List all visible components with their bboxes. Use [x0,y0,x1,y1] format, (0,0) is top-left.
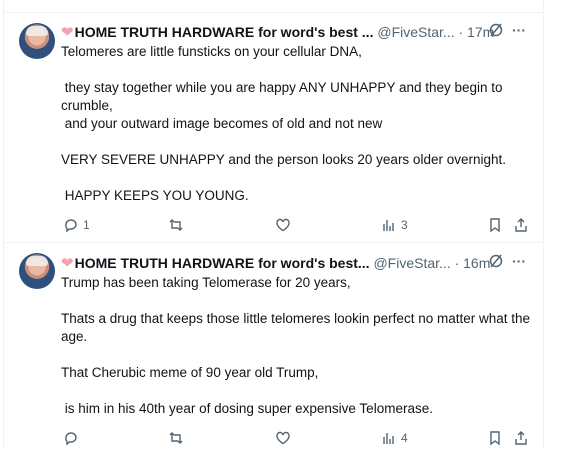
views-button[interactable]: 4 [381,428,408,448]
heart-emoji: ❤ [61,24,74,41]
post-text: Telomeres are little funsticks on your c… [61,44,506,203]
post[interactable]: ❤HOME TRUTH HARDWARE for word's best ...… [4,13,543,243]
share-icon [515,431,527,445]
timeline-column: ❤HOME TRUTH HARDWARE for word's best ...… [3,0,544,450]
like-button[interactable] [275,428,291,448]
divider [4,0,543,13]
post-header: ❤HOME TRUTH HARDWARE for word's best... … [61,253,539,273]
like-icon [276,218,290,232]
views-button[interactable]: 3 [381,215,408,235]
share-button[interactable] [513,215,529,235]
post-time[interactable]: · 16m [455,255,491,271]
bookmark-icon [490,431,500,446]
author-name[interactable]: HOME TRUTH HARDWARE for word's best... [75,255,370,271]
bookmark-button[interactable] [487,215,503,235]
avatar[interactable] [19,253,55,289]
reply-icon [65,219,77,233]
more-icon[interactable]: ··· [512,251,526,271]
grok-icon[interactable] [488,22,504,43]
post-header: ❤HOME TRUTH HARDWARE for word's best ...… [61,22,539,42]
author-handle[interactable]: @FiveStar... [377,24,454,40]
share-button[interactable] [513,428,529,448]
avatar[interactable] [19,23,55,59]
repost-icon [169,432,183,444]
bookmark-icon [490,218,500,233]
author-handle[interactable]: @FiveStar... [373,255,450,271]
repost-button[interactable] [168,215,184,235]
post[interactable]: ❤HOME TRUTH HARDWARE for word's best... … [4,243,543,453]
action-bar: 1 3 [61,215,531,235]
share-icon [515,218,527,232]
view-count: 4 [401,431,408,445]
view-count: 3 [401,218,408,232]
more-icon[interactable]: ··· [512,20,526,40]
repost-button[interactable] [168,428,184,448]
repost-icon [169,219,183,231]
views-icon [383,433,394,444]
reply-icon [65,432,77,446]
action-bar: 4 [61,428,531,448]
bookmark-button[interactable] [487,428,503,448]
like-icon [276,431,290,445]
grok-icon[interactable] [488,253,504,274]
reply-count: 1 [83,218,90,232]
reply-button[interactable] [63,428,83,448]
reply-button[interactable]: 1 [63,215,90,235]
author-name[interactable]: HOME TRUTH HARDWARE for word's best ... [75,24,374,40]
heart-emoji: ❤ [61,255,74,272]
views-icon [383,220,394,231]
like-button[interactable] [275,215,291,235]
post-text: Trump has been taking Telomerase for 20 … [61,275,530,416]
